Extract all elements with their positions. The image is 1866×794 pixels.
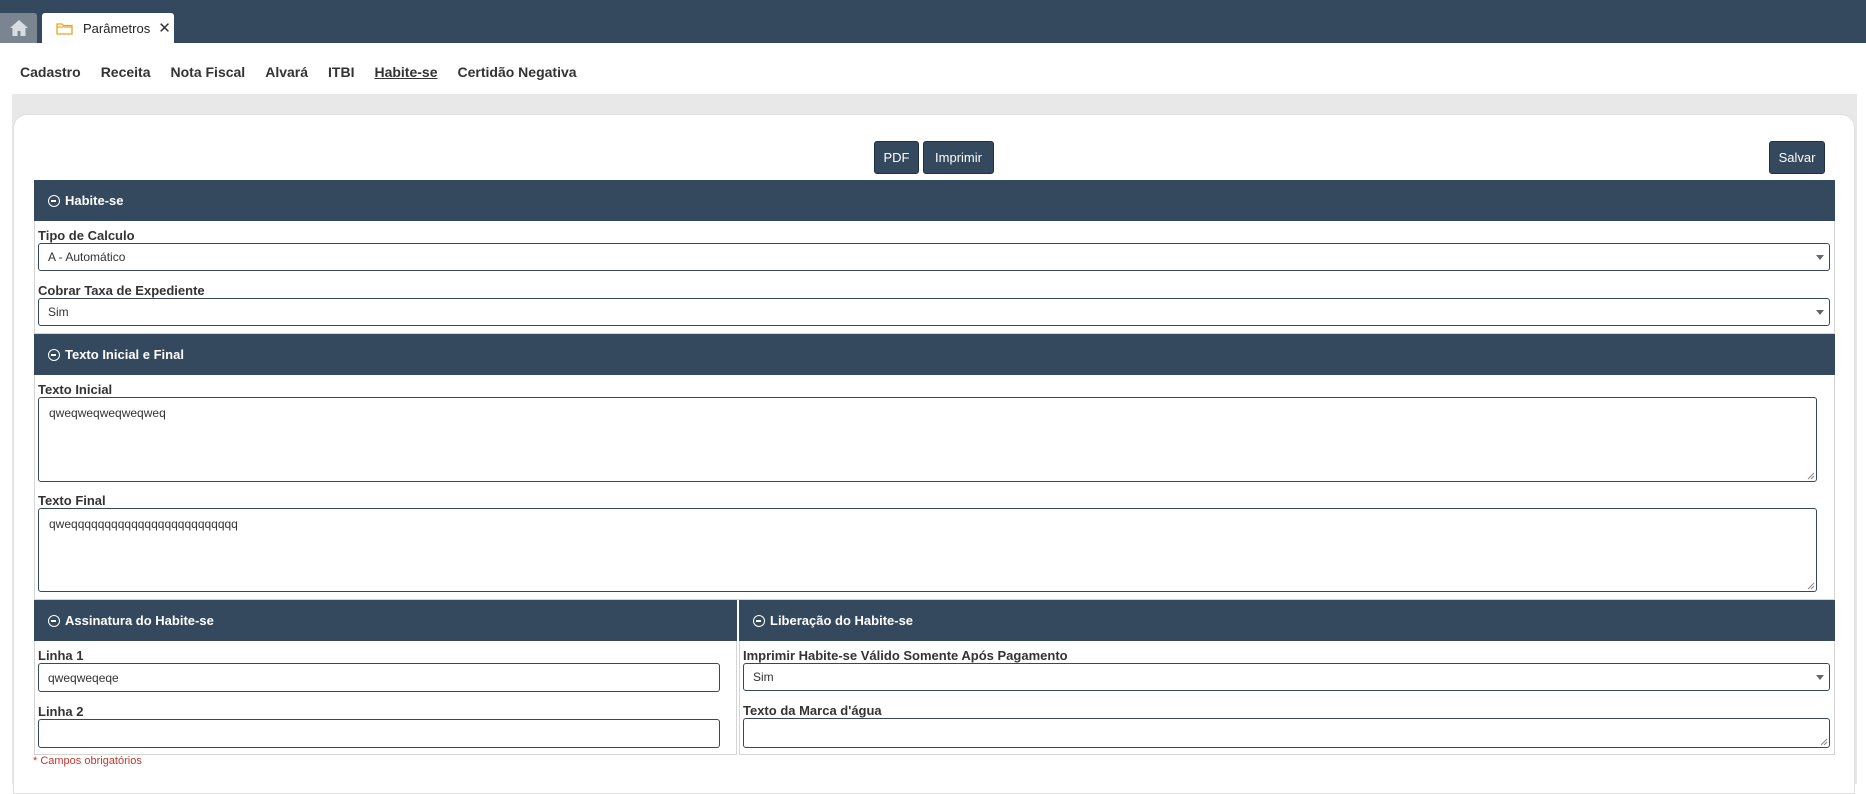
save-button[interactable]: Salvar	[1769, 141, 1825, 174]
linha2-input[interactable]	[38, 719, 720, 748]
home-icon	[9, 20, 28, 36]
menu-item-itbi[interactable]: ITBI	[328, 64, 354, 80]
panel-header-liberacao[interactable]: Liberação do Habite-se	[739, 600, 1835, 641]
module-menu: Cadastro Receita Nota Fiscal Alvará ITBI…	[20, 64, 597, 80]
linha1-label: Linha 1	[38, 648, 84, 663]
menu-item-alvara[interactable]: Alvará	[265, 64, 308, 80]
panel-header-habite-se[interactable]: Habite-se	[34, 180, 1835, 221]
panel-header-texto[interactable]: Texto Inicial e Final	[34, 334, 1835, 375]
tipo-calculo-label: Tipo de Calculo	[38, 228, 135, 243]
resize-handle-icon[interactable]	[1807, 582, 1815, 590]
panel-title: Texto Inicial e Final	[65, 347, 184, 362]
tipo-calculo-select[interactable]: A - Automático	[38, 243, 1830, 271]
texto-inicial-value: qweqweqweqweqweq	[49, 406, 166, 420]
linha1-value: qweqweqeqe	[48, 670, 119, 685]
chevron-down-icon	[1816, 675, 1824, 680]
tab-parametros[interactable]: Parâmetros ✕	[42, 13, 174, 43]
menu-item-cadastro[interactable]: Cadastro	[20, 64, 81, 80]
collapse-icon[interactable]	[753, 614, 765, 627]
collapse-icon[interactable]	[48, 348, 60, 361]
cobrar-taxa-select[interactable]: Sim	[38, 298, 1830, 326]
marca-dagua-textarea[interactable]	[743, 718, 1830, 748]
texto-inicial-label: Texto Inicial	[38, 382, 113, 397]
collapse-icon[interactable]	[48, 194, 60, 207]
menu-item-certidao-negativa[interactable]: Certidão Negativa	[458, 64, 577, 80]
linha1-input[interactable]: qweqweqeqe	[38, 663, 720, 692]
linha2-label: Linha 2	[38, 704, 84, 719]
texto-final-value: qweqqqqqqqqqqqqqqqqqqqqqqqqq	[49, 517, 238, 531]
texto-final-label: Texto Final	[38, 493, 106, 508]
tipo-calculo-value: A - Automático	[48, 250, 126, 264]
resize-handle-icon[interactable]	[1807, 472, 1815, 480]
menu-item-receita[interactable]: Receita	[101, 64, 151, 80]
panel-header-assinatura[interactable]: Assinatura do Habite-se	[34, 600, 737, 641]
chevron-down-icon	[1816, 255, 1824, 260]
menu-item-habite-se[interactable]: Habite-se	[374, 64, 437, 80]
chevron-down-icon	[1816, 310, 1824, 315]
imprimir-pagamento-select[interactable]: Sim	[743, 663, 1830, 691]
home-tab[interactable]	[0, 13, 37, 43]
marca-dagua-label: Texto da Marca d'água	[743, 703, 882, 718]
imprimir-pagamento-value: Sim	[753, 670, 774, 684]
collapse-icon[interactable]	[48, 614, 60, 627]
tab-label: Parâmetros	[83, 20, 151, 36]
folder-icon	[56, 22, 73, 35]
required-fields-note: * Campos obrigatórios	[33, 755, 142, 767]
close-icon[interactable]: ✕	[158, 21, 171, 36]
menu-item-nota-fiscal[interactable]: Nota Fiscal	[171, 64, 246, 80]
cobrar-taxa-value: Sim	[48, 305, 69, 319]
cobrar-taxa-label: Cobrar Taxa de Expediente	[38, 283, 205, 298]
top-tab-bar: Parâmetros ✕	[0, 0, 1866, 43]
texto-inicial-textarea[interactable]: qweqweqweqweqweq	[38, 397, 1817, 482]
pdf-button[interactable]: PDF	[874, 141, 919, 174]
panel-title: Liberação do Habite-se	[770, 613, 914, 628]
resize-handle-icon[interactable]	[1820, 738, 1828, 746]
panel-title: Habite-se	[65, 193, 124, 208]
imprimir-pagamento-label: Imprimir Habite-se Válido Somente Após P…	[743, 648, 1068, 663]
panel-title: Assinatura do Habite-se	[65, 613, 214, 628]
print-button[interactable]: Imprimir	[923, 141, 994, 174]
texto-final-textarea[interactable]: qweqqqqqqqqqqqqqqqqqqqqqqqqq	[38, 508, 1817, 592]
